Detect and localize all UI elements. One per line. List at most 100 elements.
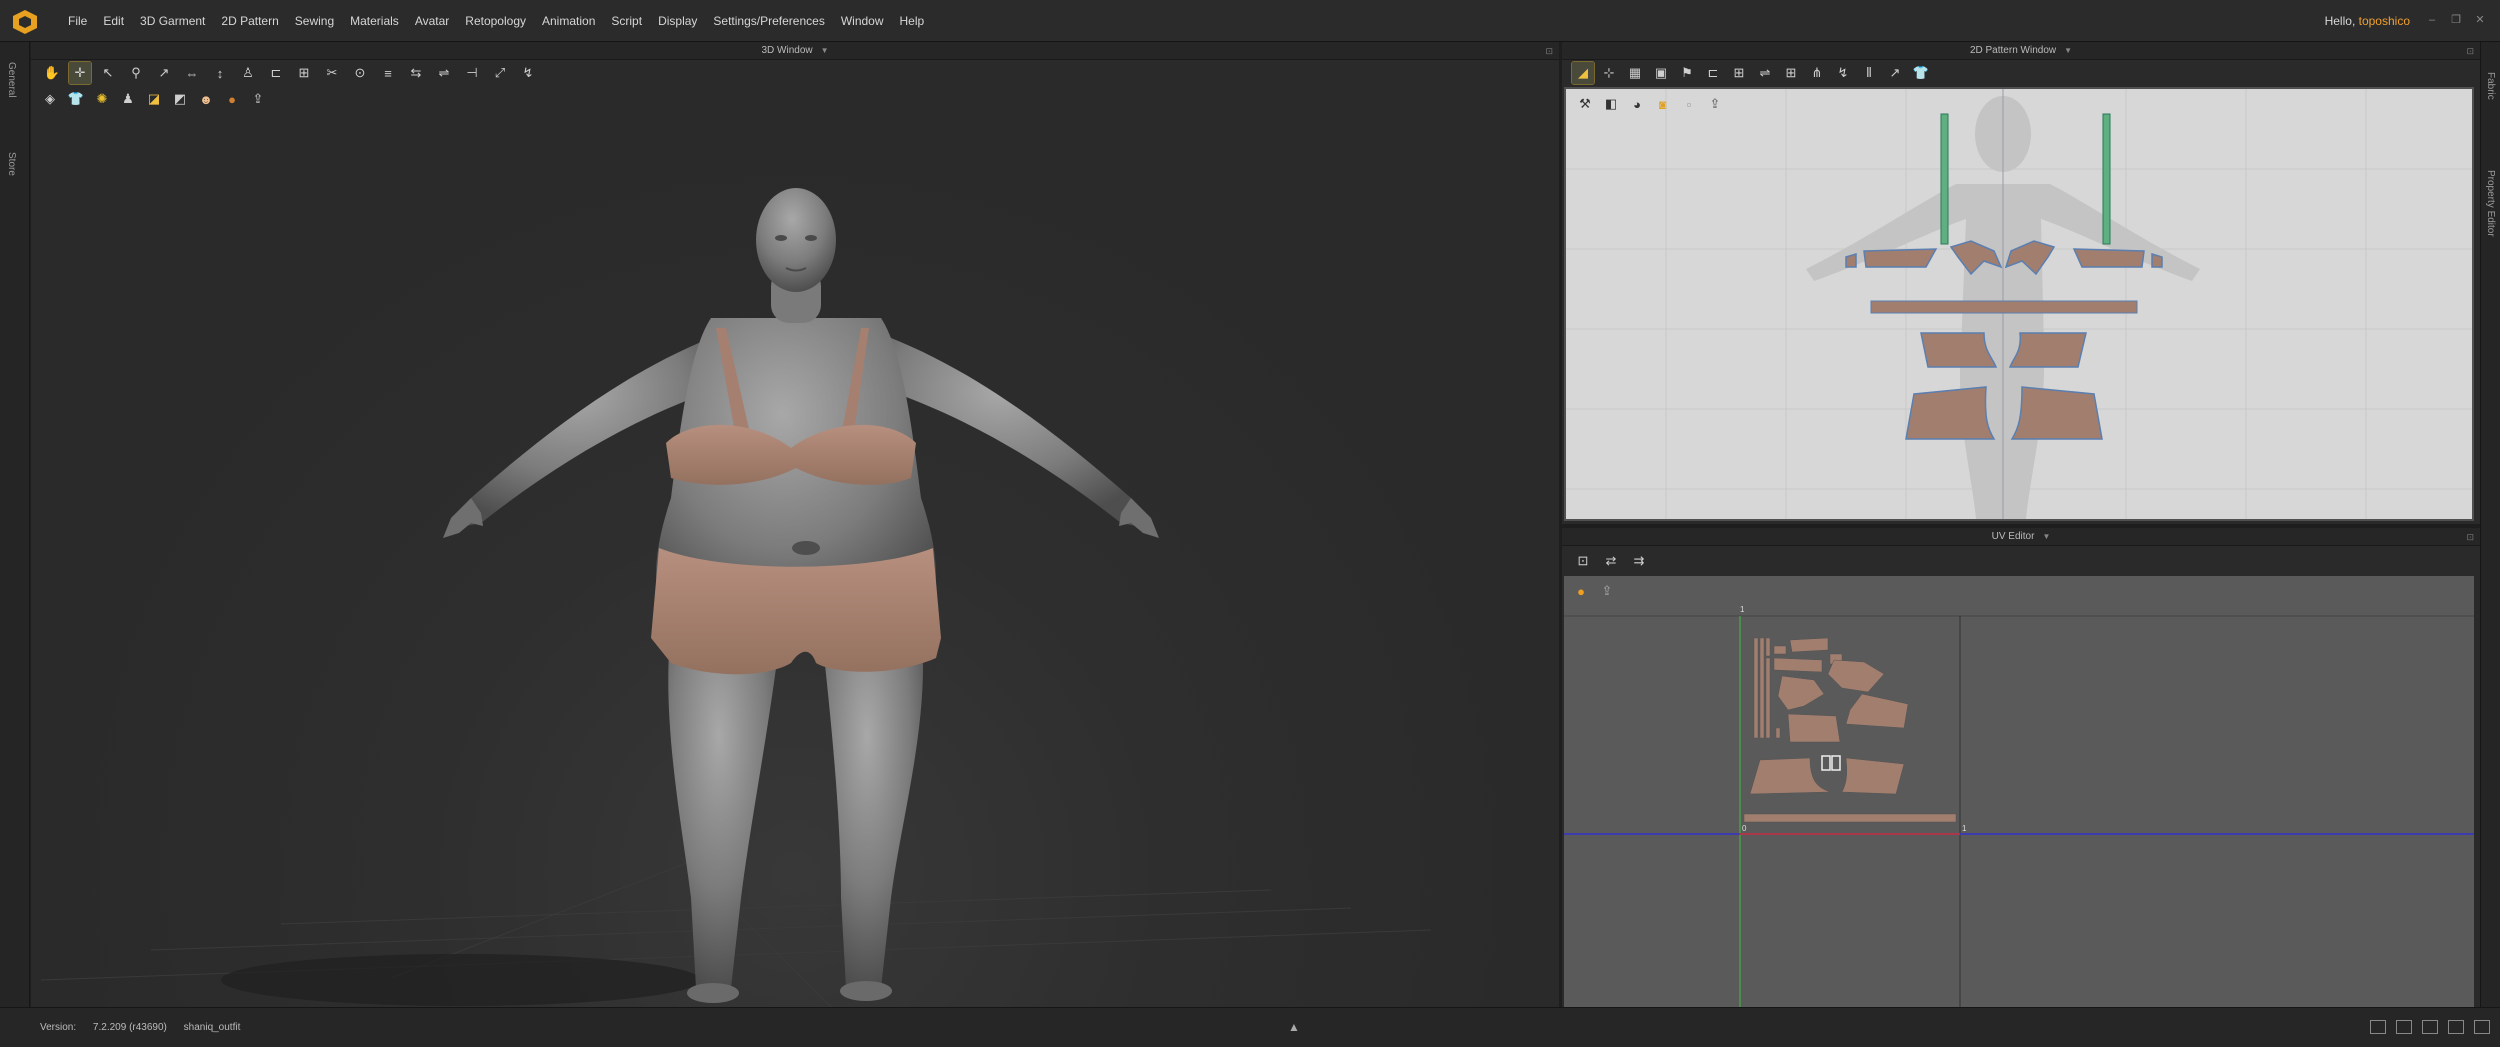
- garment-shorts[interactable]: [651, 548, 941, 675]
- edit-pattern-icon[interactable]: ◢: [1571, 61, 1595, 85]
- chevron-down-icon[interactable]: ▼: [2042, 532, 2050, 541]
- fold-arrange-icon[interactable]: ⇌: [1754, 62, 1776, 84]
- arrange-icon[interactable]: ⤢: [489, 62, 511, 84]
- uv-axis-top-label: 1: [1740, 605, 1745, 614]
- app-logo-icon[interactable]: [12, 9, 38, 35]
- menu-settings[interactable]: Settings/Preferences: [705, 0, 832, 42]
- menu-animation[interactable]: Animation: [534, 0, 603, 42]
- stack-icon[interactable]: ≡: [377, 62, 399, 84]
- uv-axis-right-label: 1: [1962, 824, 1967, 833]
- chevron-down-icon[interactable]: ▼: [2064, 46, 2072, 55]
- pin-icon[interactable]: ⊡: [2466, 528, 2474, 546]
- minimize-icon[interactable]: –: [2426, 14, 2438, 26]
- xray-icon[interactable]: ◩: [169, 88, 191, 110]
- 2d-pattern-canvas[interactable]: ⚒ ◧ ◕ ◙ ▫ ⇪: [1564, 87, 2474, 521]
- shirt-icon[interactable]: 👕: [65, 88, 87, 110]
- uv-select-icon[interactable]: ⊡: [1572, 550, 1594, 572]
- uv-arrange-icon[interactable]: ⇉: [1628, 550, 1650, 572]
- uv-islands[interactable]: [1743, 637, 1957, 823]
- greeting-text: Hello,: [2324, 14, 2356, 28]
- line-icon[interactable]: ⊣: [461, 62, 483, 84]
- 3d-window-title-bar: 3D Window ▼ ⊡: [31, 42, 1559, 60]
- menu-retopology[interactable]: Retopology: [457, 0, 534, 42]
- menu-2d-pattern[interactable]: 2D Pattern: [213, 0, 286, 42]
- expand-up-icon[interactable]: ▲: [1288, 1020, 1300, 1034]
- dart-icon[interactable]: ⊞: [1728, 62, 1750, 84]
- uv-axis-origin-label: 0: [1742, 824, 1747, 833]
- 2d-window-title-bar: 2D Pattern Window ▼ ⊡: [1562, 42, 2480, 60]
- menu-script[interactable]: Script: [603, 0, 650, 42]
- free-sew-icon[interactable]: ⋔: [1806, 62, 1828, 84]
- 2d-window-title: 2D Pattern Window: [1969, 45, 2057, 56]
- menu-bar: File Edit 3D Garment 2D Pattern Sewing M…: [0, 0, 2500, 42]
- avatar-pose-icon[interactable]: ♙: [237, 62, 259, 84]
- close-icon[interactable]: ✕: [2474, 14, 2486, 26]
- version-value: 7.2.209 (r43690): [92, 1022, 167, 1033]
- segment-icon[interactable]: ⊏: [265, 62, 287, 84]
- polygon-icon[interactable]: ▣: [1650, 62, 1672, 84]
- menu-help[interactable]: Help: [892, 0, 933, 42]
- menu-file[interactable]: File: [60, 0, 95, 42]
- uv-layout: 1 0 1: [1564, 605, 2474, 1007]
- trace-icon[interactable]: ↯: [1832, 62, 1854, 84]
- cut-icon[interactable]: ✂: [321, 62, 343, 84]
- tab-store[interactable]: Store: [6, 152, 17, 176]
- chevron-down-icon[interactable]: ▼: [821, 46, 829, 55]
- menu-list: File Edit 3D Garment 2D Pattern Sewing M…: [60, 0, 932, 42]
- menu-3d-garment[interactable]: 3D Garment: [132, 0, 213, 42]
- transform-pattern-icon[interactable]: ▦: [1624, 62, 1646, 84]
- skin-icon[interactable]: ☻: [195, 88, 217, 110]
- menu-materials[interactable]: Materials: [342, 0, 407, 42]
- rectangle-icon[interactable]: ⚑: [1676, 62, 1698, 84]
- transform-icon[interactable]: ✛: [68, 61, 92, 85]
- pin-tool-icon[interactable]: ⚲: [125, 62, 147, 84]
- restore-icon[interactable]: ❐: [2450, 14, 2462, 26]
- menu-avatar[interactable]: Avatar: [407, 0, 457, 42]
- brush-icon[interactable]: ↗: [153, 62, 175, 84]
- internal-line-icon[interactable]: ⊏: [1702, 62, 1724, 84]
- tape-icon[interactable]: ↗: [1884, 62, 1906, 84]
- menu-window[interactable]: Window: [833, 0, 892, 42]
- sphere-icon[interactable]: ●: [221, 88, 243, 110]
- select-icon[interactable]: ✋: [41, 62, 63, 84]
- layout-custom-icon[interactable]: [2474, 1020, 2490, 1034]
- 3d-scene: [40, 188, 1432, 1007]
- pin-icon[interactable]: ⊡: [2466, 42, 2474, 60]
- steam-icon[interactable]: ⇔: [181, 62, 203, 84]
- punch-icon[interactable]: ⊙: [349, 62, 371, 84]
- fabric-icon[interactable]: ✺: [91, 88, 113, 110]
- avatar-icon[interactable]: ♟: [117, 88, 139, 110]
- uv-canvas[interactable]: ● ⇪ 1 0 1: [1564, 576, 2474, 1007]
- uv-transform-icon[interactable]: ⇄: [1600, 550, 1622, 572]
- uv-window-title: UV Editor: [1991, 531, 2035, 542]
- texture-icon[interactable]: ◪: [143, 88, 165, 110]
- menu-display[interactable]: Display: [650, 0, 705, 42]
- version-info: Version: 7.2.209 (r43690) shaniq_outfit: [40, 1008, 254, 1047]
- menu-edit[interactable]: Edit: [95, 0, 132, 42]
- seam-segment-icon[interactable]: ⊞: [1780, 62, 1802, 84]
- garment-fit-icon[interactable]: 👕: [1910, 62, 1932, 84]
- garment-render-icon[interactable]: ◈: [39, 88, 61, 110]
- menu-sewing[interactable]: Sewing: [287, 0, 342, 42]
- measure-icon[interactable]: ↕: [209, 62, 231, 84]
- pattern-waistband[interactable]: [1870, 300, 2138, 314]
- 2d-pattern-window: 2D Pattern Window ▼ ⊡ ◢ ⊹ ▦ ▣ ⚑ ⊏ ⊞ ⇌ ⊞ ⋔…: [1562, 42, 2480, 524]
- layout-single-icon[interactable]: [2370, 1020, 2386, 1034]
- seam-icon[interactable]: ⇆: [405, 62, 427, 84]
- needle-icon[interactable]: ↯: [517, 62, 539, 84]
- edit-point-icon[interactable]: ⊹: [1598, 62, 1620, 84]
- 3d-viewport[interactable]: [31, 118, 1559, 1007]
- grid-icon[interactable]: ⊞: [293, 62, 315, 84]
- layout-split-icon[interactable]: [2396, 1020, 2412, 1034]
- tab-general[interactable]: General: [6, 62, 17, 98]
- layout-triple-icon[interactable]: [2422, 1020, 2438, 1034]
- pin-icon[interactable]: ⊡: [1545, 42, 1553, 60]
- link-icon[interactable]: ⇌: [433, 62, 455, 84]
- tab-fabric[interactable]: Fabric: [2485, 72, 2496, 100]
- layout-quad-icon[interactable]: [2448, 1020, 2464, 1034]
- username-link[interactable]: toposhico: [2359, 14, 2410, 28]
- elastic-icon[interactable]: ⦀: [1858, 62, 1880, 84]
- tab-property-editor[interactable]: Property Editor: [2485, 170, 2496, 237]
- fold-icon[interactable]: ↖: [97, 62, 119, 84]
- export-icon[interactable]: ⇪: [247, 88, 269, 110]
